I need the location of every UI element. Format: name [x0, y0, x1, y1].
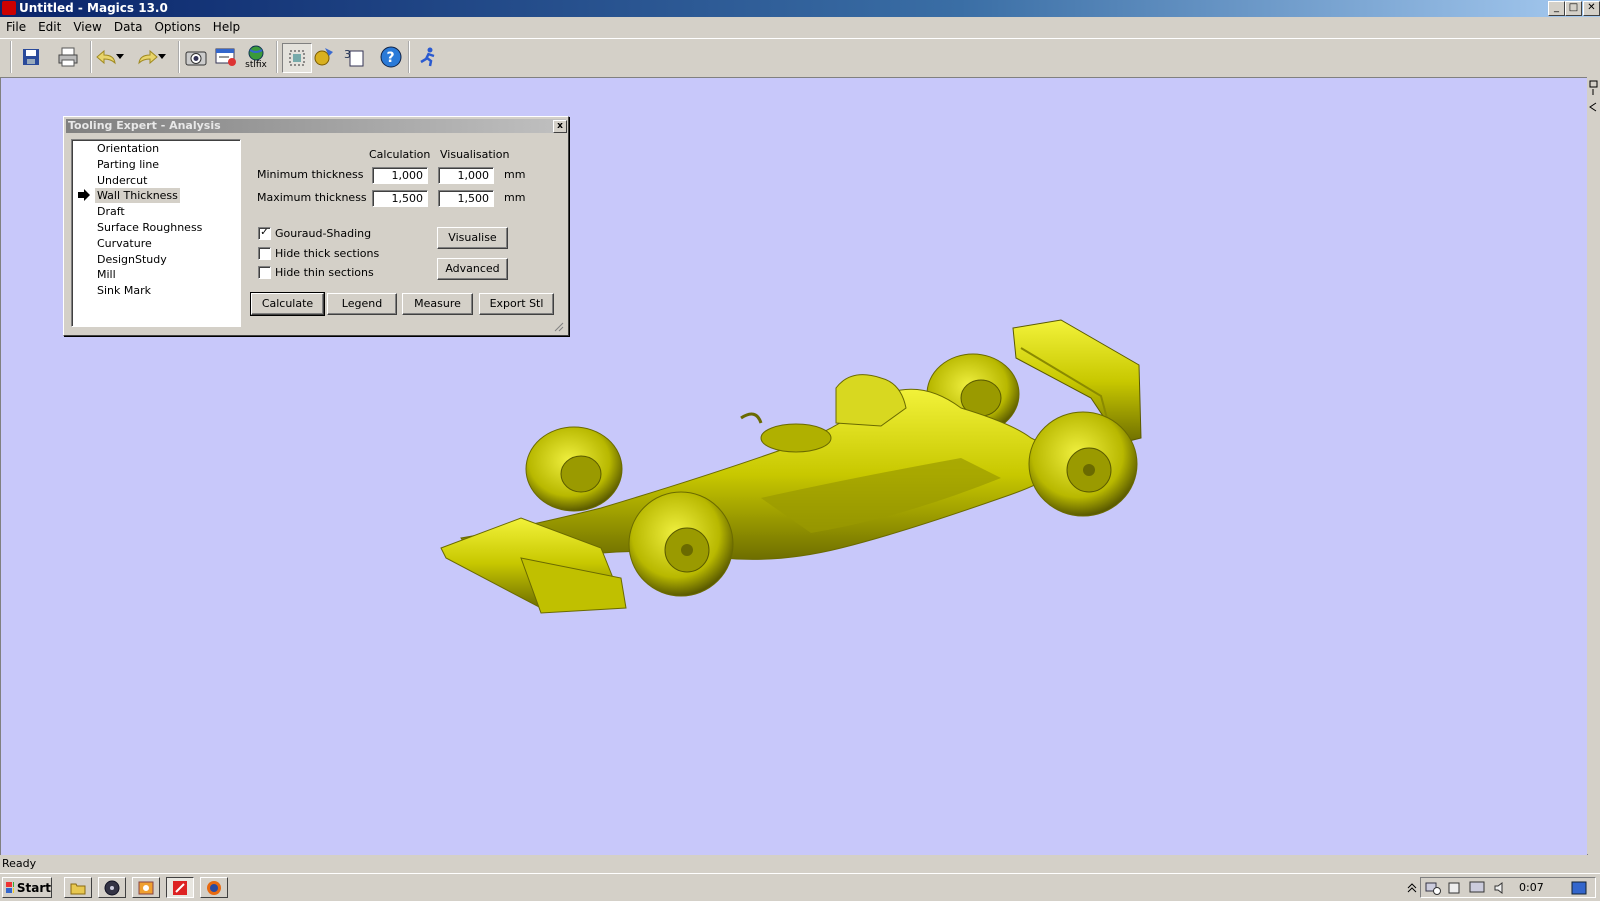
min-thickness-label: Minimum thickness	[257, 168, 364, 181]
hide-thin-sections-label: Hide thin sections	[275, 266, 374, 279]
folder-icon	[70, 883, 86, 894]
list-item-undercut[interactable]: Undercut	[95, 173, 149, 188]
maximize-button[interactable]: □	[1565, 1, 1582, 16]
magics-icon	[173, 880, 187, 895]
tooling-expert-dialog: Tooling Expert - Analysis x Orientation …	[63, 116, 569, 336]
analysis-list[interactable]: Orientation Parting line Undercut Wall T…	[71, 139, 241, 327]
list-item-wall-thickness[interactable]: Wall Thickness	[95, 188, 180, 203]
menu-bar: File Edit View Data Options Help	[0, 18, 1600, 37]
device-icon[interactable]	[1447, 881, 1461, 895]
max-thickness-vis-input[interactable]: 1,500	[438, 190, 494, 207]
select-icon[interactable]	[282, 43, 312, 73]
menu-help[interactable]: Help	[207, 18, 246, 34]
desktop-icon[interactable]	[1571, 881, 1587, 895]
taskbar: Start 0:07	[0, 873, 1600, 901]
menu-edit[interactable]: Edit	[32, 18, 67, 34]
min-thickness-vis-input[interactable]: 1,000	[438, 167, 494, 184]
list-item-designstudy[interactable]: DesignStudy	[95, 252, 169, 267]
title-bar[interactable]: Untitled - Magics 13.0 _ □ ✕	[0, 0, 1600, 17]
dialog-close-button[interactable]: x	[553, 120, 567, 133]
window-title: Untitled - Magics 13.0	[19, 1, 168, 15]
hide-thick-sections-label: Hide thick sections	[275, 247, 380, 260]
calculate-button[interactable]: Calculate	[250, 292, 325, 316]
toolbar: stlfix 3 ?	[0, 38, 1600, 78]
globe-icon	[248, 45, 264, 61]
menu-view[interactable]: View	[67, 18, 107, 34]
hide-thick-sections-checkbox[interactable]	[258, 247, 271, 260]
camera-icon[interactable]	[182, 43, 210, 71]
app-icon	[2, 1, 16, 15]
network-icon[interactable]	[1425, 881, 1441, 895]
start-label: Start	[16, 880, 51, 895]
list-item-curvature[interactable]: Curvature	[95, 236, 154, 251]
min-thickness-unit: mm	[504, 168, 526, 181]
tooling-icon[interactable]	[310, 43, 338, 71]
pin-icon[interactable]	[1587, 77, 1600, 117]
list-item-parting-line[interactable]: Parting line	[95, 157, 161, 172]
start-button[interactable]: Start	[2, 877, 52, 898]
dialog-title: Tooling Expert - Analysis	[68, 119, 221, 132]
svg-text:3: 3	[344, 48, 351, 61]
explorer-button[interactable]	[64, 877, 92, 898]
advanced-button[interactable]: Advanced	[437, 258, 508, 280]
list-item-draft[interactable]: Draft	[95, 204, 127, 219]
measure-button[interactable]: Measure	[402, 293, 473, 315]
min-thickness-calc-input[interactable]: 1,000	[372, 167, 428, 184]
run-icon[interactable]	[414, 43, 442, 71]
max-thickness-calc-input[interactable]: 1,500	[372, 190, 428, 207]
stlfix-button[interactable]: stlfix	[242, 43, 270, 71]
disc-icon	[104, 880, 120, 895]
print-icon[interactable]	[54, 43, 82, 71]
list-item-sink-mark[interactable]: Sink Mark	[95, 283, 153, 298]
undo-dropdown-icon[interactable]	[114, 43, 126, 71]
right-dock-strip[interactable]	[1587, 77, 1600, 854]
legend-button[interactable]: Legend	[327, 293, 397, 315]
menu-data[interactable]: Data	[108, 18, 149, 34]
list-item-surface-roughness[interactable]: Surface Roughness	[95, 220, 204, 235]
close-button[interactable]: ✕	[1583, 1, 1600, 16]
system-tray: 0:07	[1407, 877, 1596, 898]
magics-taskbar-button[interactable]	[166, 877, 194, 898]
firefox-button[interactable]	[200, 877, 228, 898]
max-thickness-unit: mm	[504, 191, 526, 204]
help-icon[interactable]: ?	[377, 43, 405, 71]
image-viewer-button[interactable]	[132, 877, 160, 898]
svg-text:?: ?	[387, 50, 395, 66]
status-bar: Ready	[0, 855, 1600, 872]
dialog-title-bar[interactable]: Tooling Expert - Analysis x	[66, 119, 567, 133]
3d-page-icon[interactable]: 3	[340, 43, 368, 71]
tray-expand-icon[interactable]	[1407, 882, 1417, 894]
resize-grip-icon[interactable]	[554, 322, 564, 332]
media-button[interactable]	[98, 877, 126, 898]
windows-logo-icon	[6, 881, 14, 893]
max-thickness-label: Maximum thickness	[257, 191, 367, 204]
menu-file[interactable]: File	[0, 18, 32, 34]
volume-icon[interactable]	[1493, 881, 1507, 895]
export-stl-button[interactable]: Export Stl	[479, 293, 554, 315]
gouraud-shading-label: Gouraud-Shading	[275, 227, 372, 240]
list-item-orientation[interactable]: Orientation	[95, 141, 161, 156]
list-item-mill[interactable]: Mill	[95, 267, 118, 282]
save-icon[interactable]	[17, 43, 45, 71]
status-text: Ready	[2, 857, 37, 870]
visualisation-header: Visualisation	[440, 148, 510, 161]
minimize-button[interactable]: _	[1548, 1, 1565, 16]
calculation-header: Calculation	[369, 148, 431, 161]
stlfix-label: stlfix	[245, 60, 267, 70]
gouraud-shading-checkbox[interactable]: ✓	[258, 227, 271, 240]
redo-dropdown-icon[interactable]	[156, 43, 168, 71]
monitor-icon[interactable]	[1469, 881, 1485, 895]
selected-arrow-icon	[78, 189, 90, 201]
firefox-icon	[207, 880, 221, 895]
visualise-button[interactable]: Visualise	[437, 227, 508, 249]
menu-options[interactable]: Options	[148, 18, 206, 34]
hide-thin-sections-checkbox[interactable]	[258, 266, 271, 279]
picture-icon	[138, 881, 154, 894]
report-icon[interactable]	[212, 43, 240, 71]
clock[interactable]: 0:07	[1519, 881, 1544, 894]
